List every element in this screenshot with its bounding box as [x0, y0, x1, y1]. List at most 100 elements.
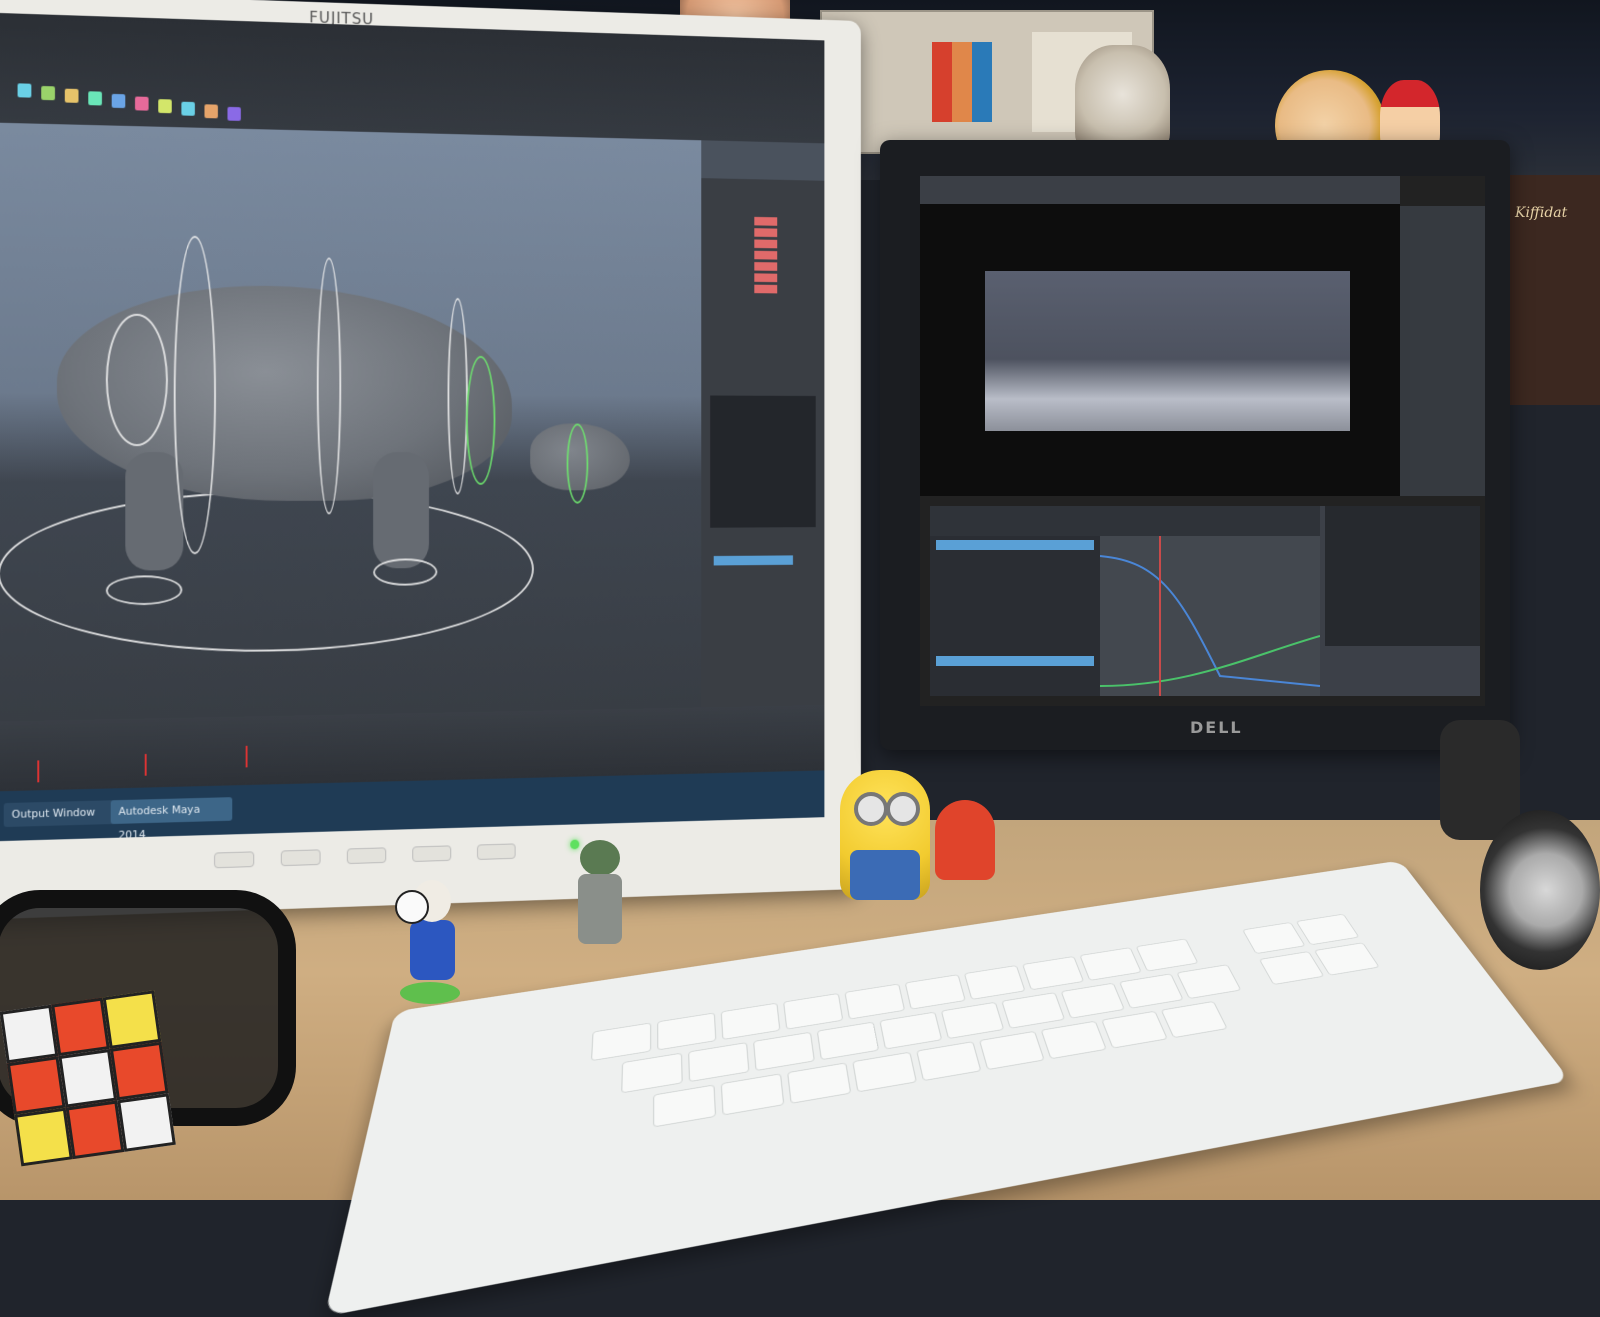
graph-row-selected[interactable]	[936, 540, 1094, 550]
right-monitor-brand: DELL	[1190, 718, 1243, 737]
layer-editor[interactable]	[710, 396, 816, 528]
monitor-button[interactable]	[347, 847, 386, 864]
key[interactable]	[964, 965, 1026, 1000]
key[interactable]	[783, 993, 843, 1030]
left-screen[interactable]: Output Window Autodesk Maya 2014	[0, 13, 824, 841]
render-view-window[interactable]	[920, 176, 1400, 496]
book-title: Kiffidat	[1515, 205, 1567, 221]
key[interactable]	[787, 1062, 851, 1103]
cube-tile	[7, 1056, 66, 1115]
outliner-panel[interactable]	[1400, 206, 1485, 496]
keyframe-tick	[37, 760, 39, 782]
shelf-icon[interactable]	[181, 102, 194, 116]
cube-tile	[103, 990, 162, 1049]
channel-field[interactable]	[754, 251, 777, 260]
minion-overalls	[850, 850, 920, 900]
dinosaur-leg	[373, 452, 429, 568]
monitor-power-button[interactable]	[477, 843, 516, 860]
right-monitor: DELL	[880, 140, 1510, 750]
cube-tile	[58, 1049, 117, 1108]
shelf-icon[interactable]	[204, 104, 217, 118]
channel-field[interactable]	[754, 285, 777, 294]
taskbar-maya-app[interactable]: Autodesk Maya 2014	[111, 797, 233, 824]
rig-control-ring[interactable]	[466, 356, 495, 485]
key[interactable]	[1242, 922, 1305, 954]
key[interactable]	[753, 1032, 815, 1071]
key[interactable]	[1061, 983, 1125, 1019]
shelf-icon[interactable]	[18, 83, 32, 97]
key[interactable]	[979, 1031, 1045, 1070]
key[interactable]	[653, 1084, 716, 1127]
rig-control-ring[interactable]	[106, 313, 168, 446]
channel-box[interactable]	[701, 178, 824, 707]
taskbar-output-window[interactable]: Output Window	[4, 800, 118, 827]
shelf-icon[interactable]	[227, 107, 240, 121]
graph-row-selected[interactable]	[936, 656, 1094, 666]
rubiks-cube	[0, 990, 180, 1171]
monitor-button[interactable]	[281, 849, 321, 866]
channel-field[interactable]	[754, 228, 777, 237]
channel-field[interactable]	[754, 262, 777, 271]
curve-green	[1100, 636, 1320, 686]
key[interactable]	[1296, 914, 1360, 945]
key[interactable]	[905, 974, 966, 1009]
key[interactable]	[817, 1022, 879, 1061]
shelf-icon[interactable]	[158, 99, 172, 113]
channel-field[interactable]	[754, 239, 777, 248]
layer-row-selected[interactable]	[714, 555, 793, 565]
key[interactable]	[721, 1073, 785, 1115]
ground-control-circle[interactable]	[0, 490, 534, 655]
minion-goggle	[886, 792, 920, 826]
graph-outliner[interactable]	[1325, 506, 1480, 646]
rendered-dinosaur-image	[985, 271, 1350, 431]
graph-channel-list[interactable]	[930, 536, 1100, 696]
key[interactable]	[941, 1002, 1004, 1039]
graph-editor-toolbar[interactable]	[930, 506, 1320, 536]
maya-shelf[interactable]	[0, 13, 824, 143]
key[interactable]	[1119, 973, 1184, 1008]
minion-figure	[840, 770, 930, 900]
rig-control-ring[interactable]	[448, 298, 468, 495]
shelf-icon[interactable]	[88, 91, 102, 105]
key[interactable]	[1136, 939, 1199, 972]
key[interactable]	[591, 1023, 651, 1062]
monitor-menu-button[interactable]	[214, 851, 254, 868]
poster-swatch	[952, 42, 972, 122]
channel-field[interactable]	[754, 273, 777, 282]
cube-tile	[117, 1093, 176, 1152]
key[interactable]	[852, 1052, 917, 1093]
key[interactable]	[721, 1003, 781, 1040]
key[interactable]	[1022, 956, 1084, 990]
shelf-icon[interactable]	[135, 96, 149, 110]
key[interactable]	[1001, 992, 1065, 1028]
rig-control-ring[interactable]	[567, 423, 589, 503]
key[interactable]	[1041, 1021, 1107, 1059]
yoda-head	[580, 840, 620, 876]
channel-field[interactable]	[754, 217, 777, 226]
key[interactable]	[1176, 964, 1241, 999]
key[interactable]	[657, 1013, 716, 1051]
rig-control-ring[interactable]	[174, 235, 216, 554]
render-view-toolbar[interactable]	[920, 176, 1400, 204]
rig-control-ring[interactable]	[317, 257, 341, 514]
shelf-icon[interactable]	[112, 94, 126, 108]
maya-viewport[interactable]	[0, 123, 701, 722]
key[interactable]	[916, 1041, 981, 1081]
graph-editor[interactable]	[930, 506, 1480, 696]
key[interactable]	[621, 1053, 683, 1094]
graph-curve-area[interactable]	[1100, 536, 1320, 696]
soccer-ball	[395, 890, 429, 924]
key[interactable]	[1314, 942, 1380, 975]
dinosaur-leg	[125, 452, 183, 571]
key[interactable]	[1259, 951, 1325, 985]
key[interactable]	[1079, 947, 1141, 981]
key[interactable]	[844, 984, 905, 1020]
cube-tile	[14, 1108, 73, 1167]
key[interactable]	[879, 1012, 942, 1050]
shelf-icon[interactable]	[41, 86, 55, 100]
key[interactable]	[688, 1042, 749, 1082]
key[interactable]	[1101, 1011, 1168, 1049]
right-screen[interactable]	[920, 176, 1485, 706]
shelf-icon[interactable]	[65, 89, 79, 103]
key[interactable]	[1161, 1001, 1228, 1038]
